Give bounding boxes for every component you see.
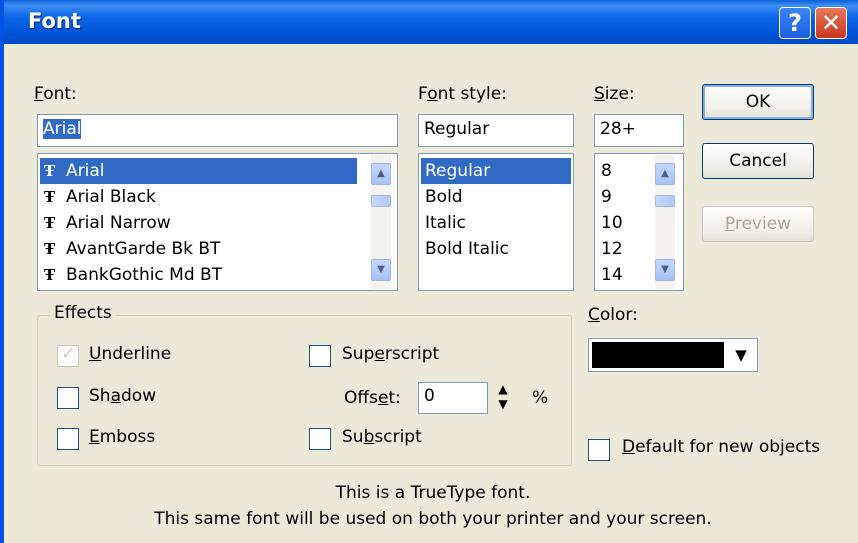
truetype-icon: Ŧ: [44, 214, 56, 232]
emboss-checkbox[interactable]: [57, 428, 79, 450]
font-style-input[interactable]: Regular: [418, 114, 574, 147]
scroll-thumb[interactable]: [371, 195, 391, 207]
chevron-down-icon[interactable]: ▼: [726, 340, 756, 370]
default-for-new-objects-label[interactable]: Default for new objects: [622, 437, 820, 457]
font-label: Font:: [34, 84, 77, 104]
spin-down-icon[interactable]: ▼: [486, 397, 520, 412]
dialog-title: Font: [28, 9, 81, 33]
cancel-button[interactable]: Cancel: [702, 143, 814, 179]
offset-spinner[interactable]: ▲ ▼: [486, 382, 520, 412]
font-info-line-1: This is a TrueType font.: [335, 483, 531, 503]
font-list-item[interactable]: Ŧ Arial Narrow: [40, 210, 175, 236]
effects-group-title: Effects: [50, 303, 116, 323]
size-list-scrollbar[interactable]: ▲ ▼: [655, 155, 675, 289]
font-style-item[interactable]: Bold Italic: [421, 236, 513, 262]
font-list-item[interactable]: Ŧ AvantGarde Bk BT: [40, 236, 224, 262]
scroll-up-icon[interactable]: ▲: [371, 163, 391, 185]
offset-label: Offset:: [344, 388, 401, 408]
emboss-label[interactable]: Emboss: [89, 427, 155, 447]
scroll-down-icon[interactable]: ▼: [655, 259, 675, 281]
truetype-icon: Ŧ: [44, 188, 56, 206]
font-list-scrollbar[interactable]: ▲ ▼: [371, 155, 391, 289]
font-style-item[interactable]: Italic: [421, 210, 470, 236]
title-bar[interactable]: Font ? ✕: [4, 0, 858, 44]
font-info-line-2: This same font will be used on both your…: [154, 509, 712, 529]
font-style-label: Font style:: [418, 84, 507, 104]
font-style-item[interactable]: Bold: [421, 184, 467, 210]
ok-button[interactable]: OK: [702, 84, 814, 120]
size-item[interactable]: 10: [597, 210, 627, 236]
font-style-item[interactable]: Regular: [421, 158, 571, 184]
size-item[interactable]: 9: [597, 184, 616, 210]
size-item[interactable]: 14: [597, 262, 627, 288]
color-label: Color:: [588, 305, 638, 325]
preview-button[interactable]: Preview: [702, 206, 814, 242]
scroll-up-icon[interactable]: ▲: [655, 163, 675, 185]
default-for-new-objects-checkbox[interactable]: [588, 439, 610, 461]
scroll-thumb[interactable]: [655, 195, 675, 207]
font-list[interactable]: Ŧ Arial Ŧ Arial Black Ŧ Arial Narrow Ŧ Avant…: [37, 153, 398, 291]
size-item[interactable]: 12: [597, 236, 627, 262]
superscript-checkbox[interactable]: [309, 345, 331, 367]
subscript-label[interactable]: Subscript: [342, 427, 422, 447]
size-input[interactable]: 28+: [594, 114, 684, 147]
underline-checkbox[interactable]: ✓: [57, 344, 79, 367]
close-button[interactable]: ✕: [815, 7, 847, 39]
underline-label[interactable]: Underline: [89, 344, 171, 364]
spin-up-icon[interactable]: ▲: [486, 382, 520, 397]
offset-input[interactable]: 0: [418, 382, 488, 414]
shadow-label[interactable]: Shadow: [89, 386, 156, 406]
size-list[interactable]: 8 9 10 12 14 ▲ ▼: [594, 153, 684, 291]
help-button[interactable]: ?: [779, 7, 811, 39]
scroll-down-icon[interactable]: ▼: [371, 259, 391, 281]
check-icon: ✓: [61, 344, 76, 364]
font-name-input[interactable]: Arial: [37, 114, 398, 147]
subscript-checkbox[interactable]: [309, 428, 331, 450]
color-swatch: [592, 342, 724, 368]
font-list-item[interactable]: Ŧ Arial Black: [40, 184, 160, 210]
truetype-icon: Ŧ: [44, 240, 56, 258]
size-label: Size:: [594, 84, 635, 104]
font-list-item[interactable]: Ŧ BankGothic Md BT: [40, 262, 226, 288]
superscript-label[interactable]: Superscript: [342, 344, 439, 364]
shadow-checkbox[interactable]: [57, 387, 79, 409]
size-item[interactable]: 8: [597, 158, 616, 184]
truetype-icon: Ŧ: [44, 266, 56, 284]
font-dialog: Font ? ✕ Font: Arial Ŧ Arial Ŧ Arial Black…: [0, 0, 858, 543]
color-dropdown[interactable]: ▼: [588, 338, 758, 372]
truetype-icon: Ŧ: [44, 162, 56, 180]
offset-unit: %: [532, 388, 549, 408]
font-style-list[interactable]: Regular Bold Italic Bold Italic: [418, 153, 574, 291]
font-list-item[interactable]: Ŧ Arial: [40, 158, 357, 184]
